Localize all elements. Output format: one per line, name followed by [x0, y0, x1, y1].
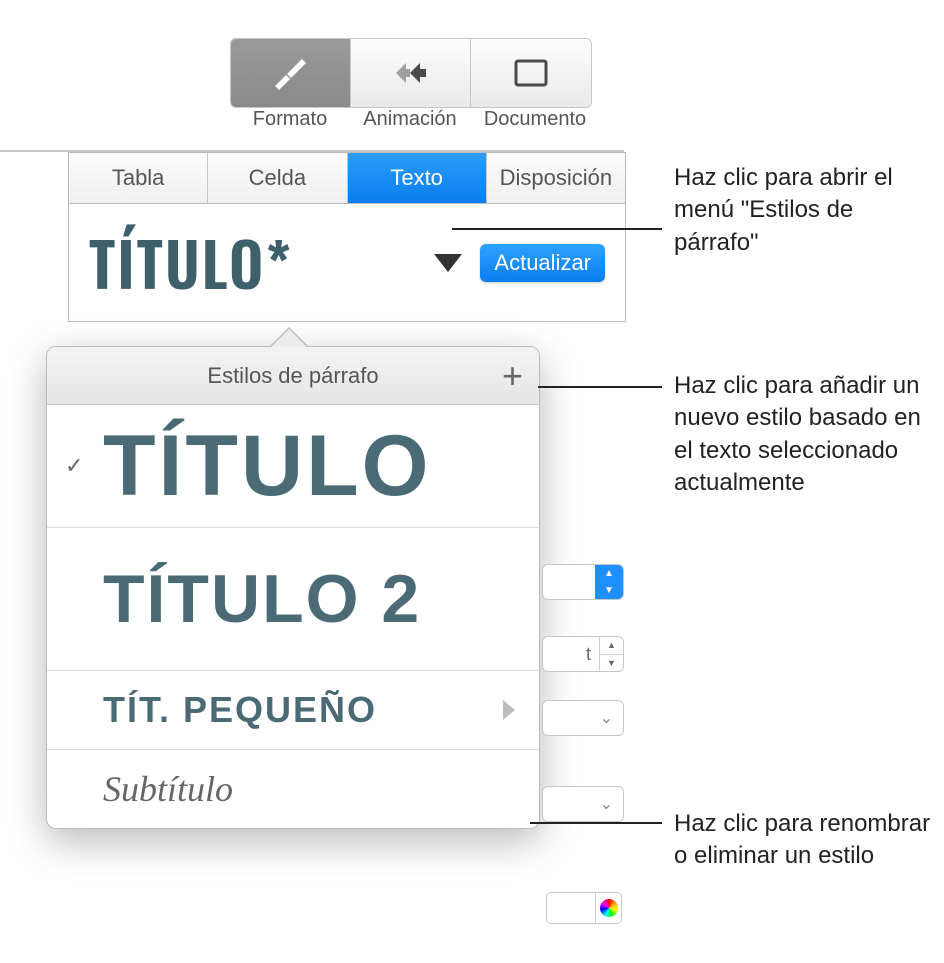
hidden-popup[interactable]: ▲▼: [542, 564, 624, 600]
color-swatch: [547, 893, 595, 923]
color-wheel-icon[interactable]: [595, 893, 621, 923]
paragraph-style-row: Título* Actualizar: [68, 204, 626, 322]
tab-texto[interactable]: Texto: [348, 153, 487, 203]
style-label: Subtítulo: [103, 768, 233, 810]
style-label: Título: [103, 423, 432, 509]
style-item-titulo[interactable]: ✓ Título: [47, 405, 539, 528]
update-style-button[interactable]: Actualizar: [480, 244, 605, 282]
style-item-titulo2[interactable]: Título 2: [47, 528, 539, 671]
toolbar-formato[interactable]: [231, 39, 351, 107]
style-item-pequeno[interactable]: Tít. pequeño: [47, 671, 539, 750]
document-icon: [514, 59, 548, 87]
paintbrush-icon: [272, 56, 310, 90]
toolbar-label-formato: Formato: [230, 108, 350, 131]
add-style-button[interactable]: +: [502, 358, 523, 394]
popover-caret-fill: [269, 329, 309, 349]
callout-open-menu: Haz clic para abrir el menú "Estilos de …: [674, 162, 944, 259]
toolbar-documento[interactable]: [471, 39, 591, 107]
format-subtabs: Tabla Celda Texto Disposición: [68, 152, 626, 204]
chevron-down-icon[interactable]: [434, 254, 462, 272]
tab-disposicion[interactable]: Disposición: [487, 153, 625, 203]
callout-add-style: Haz clic para añadir un nuevo estilo bas…: [674, 370, 944, 500]
tab-celda[interactable]: Celda: [208, 153, 347, 203]
popover-title: Estilos de párrafo: [207, 363, 378, 389]
leader-line: [530, 822, 662, 824]
stepper-value: t: [543, 637, 599, 671]
leader-line: [452, 228, 662, 230]
hidden-disclosure-1[interactable]: ⌄: [542, 700, 624, 736]
toolbar-label-documento: Documento: [470, 108, 600, 131]
leader-line: [538, 386, 662, 388]
paragraph-style-name[interactable]: Título*: [89, 218, 293, 307]
paragraph-style-name-text: Título: [89, 218, 266, 307]
popover-header: Estilos de párrafo +: [47, 347, 539, 405]
style-item-subtitulo[interactable]: Subtítulo: [47, 750, 539, 828]
hidden-disclosure-2[interactable]: ⌄: [542, 786, 624, 822]
color-well[interactable]: [546, 892, 622, 924]
style-label: Tít. pequeño: [103, 689, 377, 731]
inspector-toolbar: [230, 38, 592, 108]
checkmark-icon: ✓: [65, 453, 83, 479]
hidden-stepper[interactable]: t ▲▼: [542, 636, 624, 672]
style-label: Título 2: [103, 560, 421, 638]
modified-indicator: *: [266, 218, 293, 307]
inspector-toolbar-labels: Formato Animación Documento: [230, 108, 600, 131]
animation-icon: [392, 56, 430, 90]
callout-rename: Haz clic para renombrar o eliminar un es…: [674, 808, 944, 873]
paragraph-styles-popover: Estilos de párrafo + ✓ Título Título 2 T…: [46, 346, 540, 829]
chevron-right-icon[interactable]: [503, 700, 515, 720]
tab-tabla[interactable]: Tabla: [69, 153, 208, 203]
toolbar-label-animacion: Animación: [350, 108, 470, 131]
toolbar-animacion[interactable]: [351, 39, 471, 107]
